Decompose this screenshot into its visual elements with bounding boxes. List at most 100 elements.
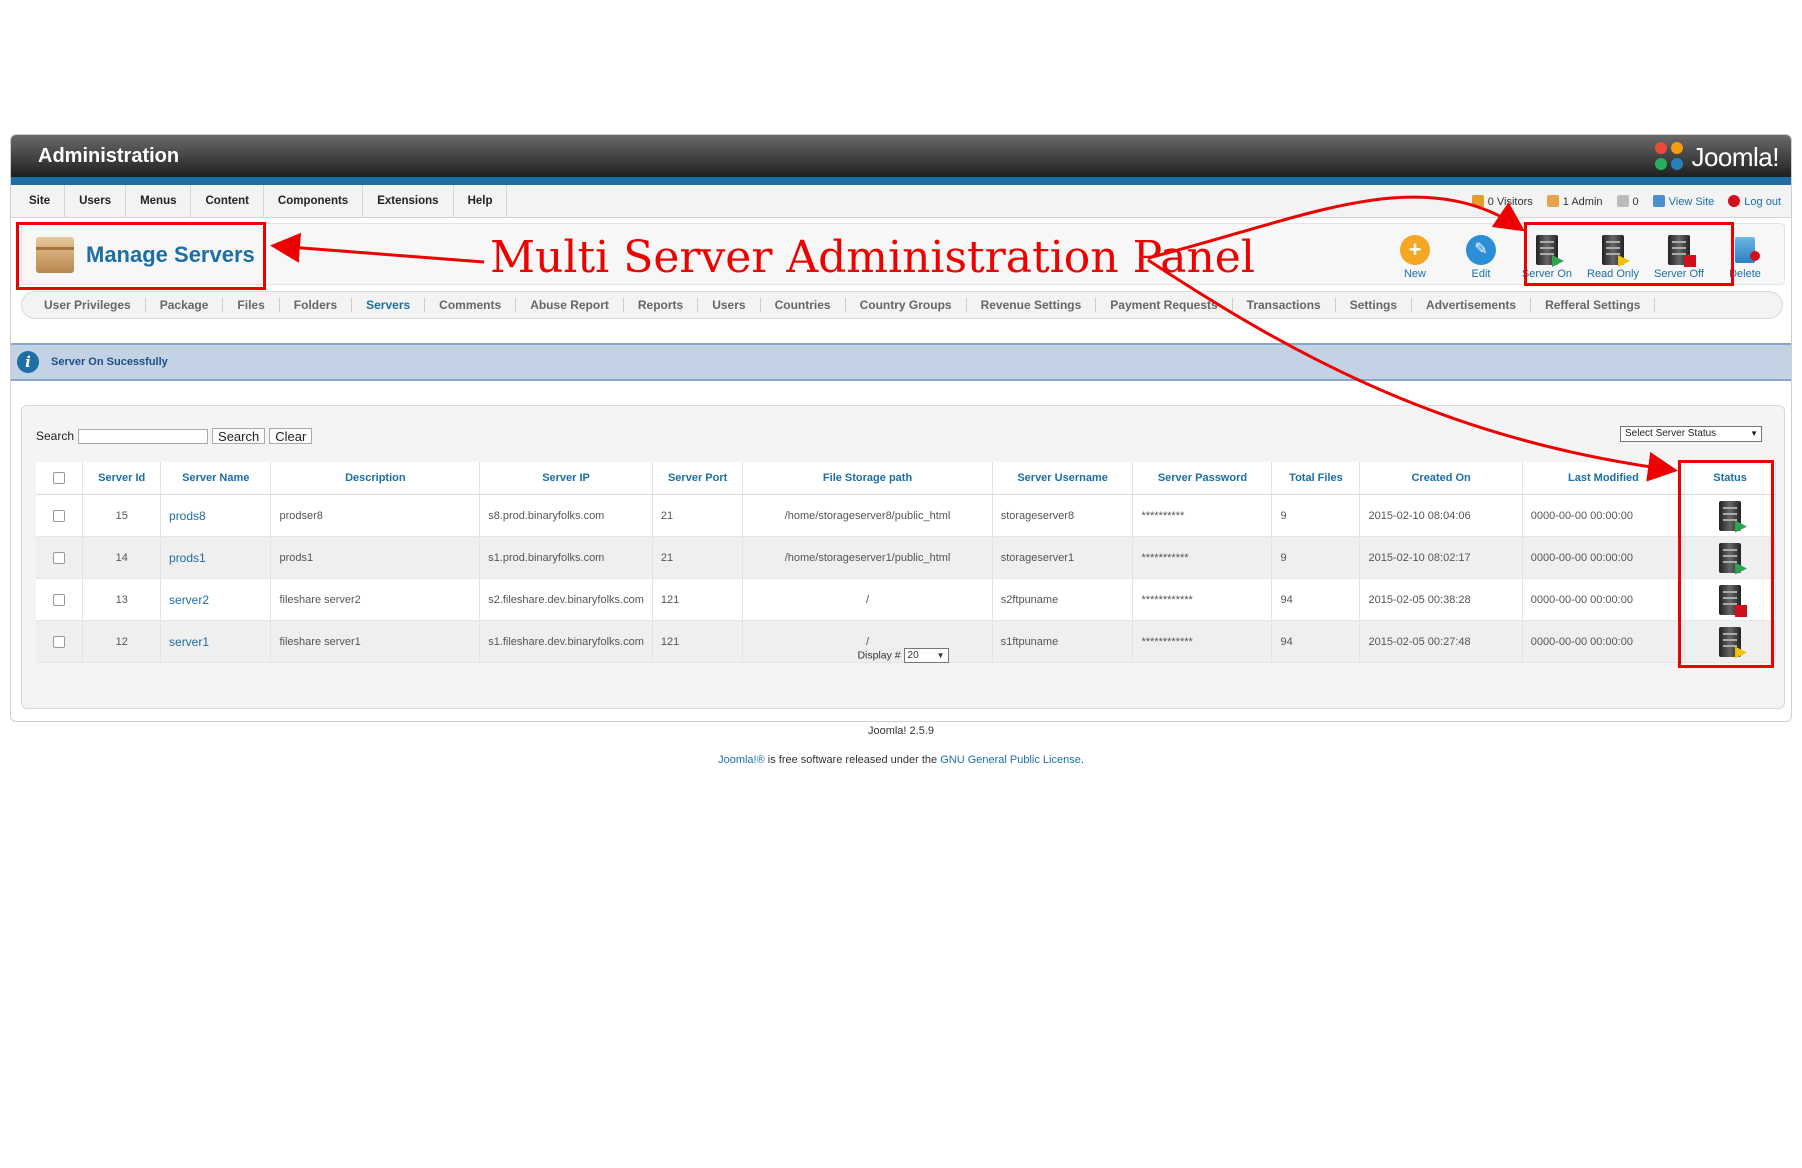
display-select[interactable]: 20 xyxy=(903,648,949,663)
tab-files[interactable]: Files xyxy=(223,298,280,312)
cell-ip: s1.prod.binaryfolks.com xyxy=(479,536,653,579)
cell-id: 13 xyxy=(82,578,162,621)
menu-item-help[interactable]: Help xyxy=(454,185,508,217)
cell-description: prods1 xyxy=(270,536,481,579)
cell-ip: s2.fileshare.dev.binaryfolks.com xyxy=(479,578,653,621)
tab-package[interactable]: Package xyxy=(146,298,224,312)
messages-status[interactable]: 0 xyxy=(1616,194,1639,208)
tab-settings[interactable]: Settings xyxy=(1336,298,1413,312)
column-header[interactable]: Created On xyxy=(1359,462,1523,495)
cell-files: 9 xyxy=(1271,494,1361,537)
menu-item-site[interactable]: Site xyxy=(15,185,66,217)
tab-countries[interactable]: Countries xyxy=(761,298,846,312)
column-header[interactable]: Server Port xyxy=(652,462,744,495)
header-bar: Administration Joomla! xyxy=(11,135,1791,177)
cell-modified: 0000-00-00 00:00:00 xyxy=(1522,494,1686,537)
menu-item-menus[interactable]: Menus xyxy=(126,185,192,217)
row-checkbox[interactable] xyxy=(53,509,66,522)
menu-item-components[interactable]: Components xyxy=(264,185,364,217)
cell-created: 2015-02-10 08:02:17 xyxy=(1359,536,1523,579)
toolbar-label: New xyxy=(1403,268,1426,280)
logout-link[interactable]: Log out xyxy=(1728,194,1781,208)
tab-refferal-settings[interactable]: Refferal Settings xyxy=(1531,298,1656,312)
table-row: 13 server2 fileshare server2 s2.fileshare.d… xyxy=(36,578,1776,621)
view-site-link[interactable]: View Site xyxy=(1652,194,1714,208)
table-row: 14 prods1 prods1 s1.prod.binaryfolks.com 21/… xyxy=(36,536,1776,579)
tab-user-privileges[interactable]: User Privileges xyxy=(30,298,146,312)
cell-created: 2015-02-05 00:38:28 xyxy=(1359,578,1523,621)
select-all-cell xyxy=(36,462,84,495)
visitors-status[interactable]: 0 Visitors xyxy=(1471,194,1533,208)
column-header[interactable]: Last Modified xyxy=(1522,462,1686,495)
server-status-select[interactable]: Select Server Status xyxy=(1620,426,1762,442)
cell-files: 9 xyxy=(1271,536,1361,579)
cell-port: 21 xyxy=(652,494,744,537)
cell-username: s2ftpuname xyxy=(992,578,1134,621)
column-header[interactable]: File Storage path xyxy=(742,462,993,495)
tab-transactions[interactable]: Transactions xyxy=(1233,298,1336,312)
menu-item-users[interactable]: Users xyxy=(65,185,127,217)
cell-username: storageserver1 xyxy=(992,536,1134,579)
joomla-link[interactable]: Joomla!® xyxy=(718,754,765,766)
admins-status[interactable]: 1 Admin xyxy=(1546,194,1603,208)
trash-icon xyxy=(1730,235,1760,265)
system-message: i Server On Sucessfully xyxy=(11,343,1791,381)
tab-country-groups[interactable]: Country Groups xyxy=(846,298,967,312)
tab-advertisements[interactable]: Advertisements xyxy=(1412,298,1532,312)
logout-label: Log out xyxy=(1744,195,1781,208)
license-period: . xyxy=(1080,754,1084,766)
joomla-logo-icon xyxy=(1655,142,1685,172)
row-checkbox[interactable] xyxy=(53,635,66,648)
clear-button[interactable]: Clear xyxy=(269,428,313,444)
tab-users[interactable]: Users xyxy=(698,298,761,312)
display-label: Display # xyxy=(857,649,901,662)
menu-item-content[interactable]: Content xyxy=(191,185,264,217)
gpl-link[interactable]: GNU General Public License xyxy=(940,754,1081,766)
edit-button[interactable]: ✎ Edit xyxy=(1452,230,1510,280)
tab-reports[interactable]: Reports xyxy=(624,298,699,312)
select-all-checkbox[interactable] xyxy=(53,472,66,484)
new-button[interactable]: + New xyxy=(1386,230,1444,280)
column-header[interactable]: Description xyxy=(270,462,481,495)
toolbar-label: Edit xyxy=(1471,268,1491,280)
cell-name[interactable]: prods1 xyxy=(160,536,272,579)
menu-item-extensions[interactable]: Extensions xyxy=(363,185,454,217)
component-submenu: User Privileges Package Files Folders Server… xyxy=(21,291,1783,319)
tab-comments[interactable]: Comments xyxy=(425,298,517,312)
column-header[interactable]: Server IP xyxy=(479,462,653,495)
edit-icon: ✎ xyxy=(1466,235,1496,265)
cell-path: /home/storageserver8/public_html xyxy=(742,494,993,537)
column-header[interactable]: Server Username xyxy=(992,462,1134,495)
cell-name[interactable]: prods8 xyxy=(160,494,272,537)
admin-title: Administration xyxy=(38,145,180,167)
cell-name[interactable]: server2 xyxy=(160,578,272,621)
column-header[interactable]: Total Files xyxy=(1271,462,1361,495)
visitors-label: 0 Visitors xyxy=(1487,195,1533,208)
status-bar: 0 Visitors 1 Admin 0 View Site Log out xyxy=(1471,185,1781,217)
cell-description: fileshare server2 xyxy=(270,578,481,621)
row-checkbox[interactable] xyxy=(53,551,66,564)
column-header[interactable]: Server Id xyxy=(82,462,162,495)
cell-path: /home/storageserver1/public_html xyxy=(742,536,993,579)
tab-revenue-settings[interactable]: Revenue Settings xyxy=(967,298,1097,312)
search-button[interactable]: Search xyxy=(212,428,266,444)
servers-panel: Search Search Clear Select Server Status… xyxy=(21,405,1785,709)
row-checkbox[interactable] xyxy=(53,593,66,606)
row-select-cell xyxy=(36,494,84,537)
column-header[interactable]: Server Name xyxy=(160,462,272,495)
tab-abuse-report[interactable]: Abuse Report xyxy=(516,298,624,312)
messages-icon xyxy=(1616,194,1629,207)
admins-label: 1 Admin xyxy=(1562,195,1603,208)
tab-payment-requests[interactable]: Payment Requests xyxy=(1096,298,1233,312)
column-header[interactable]: Server Password xyxy=(1132,462,1273,495)
search-input[interactable] xyxy=(78,428,209,444)
table-row: 15 prods8 prodser8 s8.prod.binaryfolks.com 2… xyxy=(36,494,1776,537)
main-menu-bar: Site Users Menus Content Components Extension… xyxy=(11,185,1791,218)
tab-servers[interactable]: Servers xyxy=(352,298,426,312)
cell-description: prodser8 xyxy=(270,494,481,537)
status-highlight-box xyxy=(1678,460,1774,668)
cell-path: / xyxy=(742,578,993,621)
visitors-icon xyxy=(1471,194,1484,207)
tab-folders[interactable]: Folders xyxy=(280,298,353,312)
view-site-icon xyxy=(1652,194,1665,207)
